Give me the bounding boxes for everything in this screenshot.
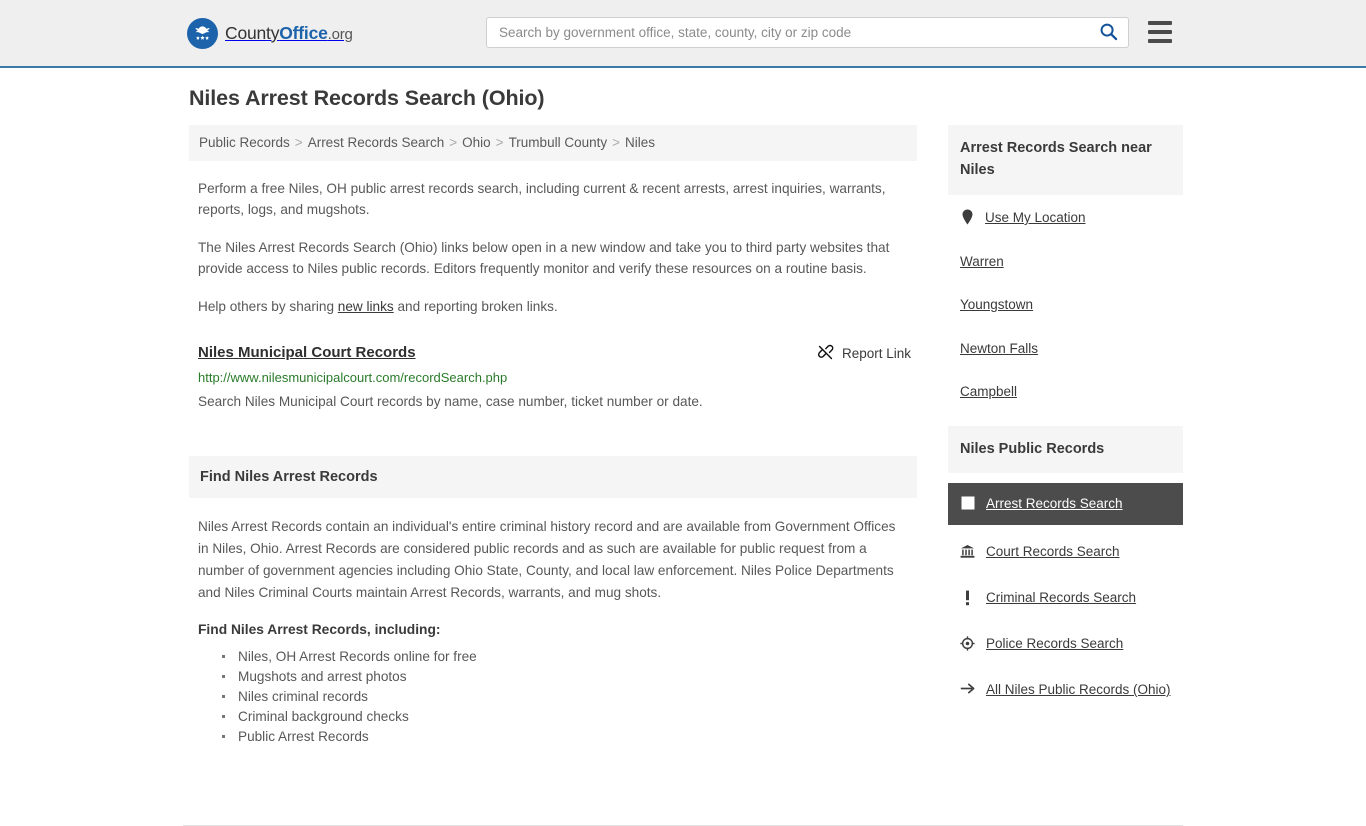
breadcrumb-separator: >	[612, 135, 620, 150]
record-link-3[interactable]: Criminal Records Search	[948, 579, 1183, 617]
near-link-label: Campbell	[960, 384, 1018, 400]
section-paragraph: Niles Arrest Records contain an individu…	[198, 519, 896, 601]
public-records-heading: Niles Public Records	[948, 425, 1183, 474]
brand-wordmark: CountyOffice.org	[225, 23, 353, 44]
breadcrumb-separator: >	[449, 135, 458, 150]
near-panel: Arrest Records Search near Niles Use My …	[948, 125, 1183, 402]
breadcrumb: Public Records > Arrest Records Search > Ohi…	[189, 125, 917, 161]
brand-part-office: Office	[279, 22, 328, 43]
police-badge-icon	[960, 636, 975, 651]
breadcrumb-item-4[interactable]: Trumbull County	[509, 135, 608, 150]
courthouse-icon	[960, 544, 975, 559]
list-item: Public Arrest Records	[222, 727, 917, 747]
list-item: Niles criminal records	[222, 687, 917, 707]
near-link-label: Warren	[960, 253, 1004, 269]
near-link-1[interactable]: Use My Location	[948, 208, 1183, 228]
near-link-3[interactable]: Youngstown	[948, 295, 1183, 315]
brand-part-county: County	[225, 22, 280, 43]
intro-paragraph-1: Perform a free Niles, OH public arrest r…	[198, 180, 886, 217]
help-prefix: Help others by sharing	[198, 298, 338, 314]
records-bullet-list: Niles, OH Arrest Records online for free…	[198, 647, 917, 747]
breadcrumb-separator: >	[495, 135, 504, 150]
record-link-1[interactable]: Arrest Records Search	[948, 483, 1183, 526]
result-description: Search Niles Municipal Court records by …	[198, 393, 703, 409]
report-link-button[interactable]: Report Link	[817, 344, 911, 364]
report-link-label: Report Link	[841, 346, 911, 362]
near-link-label: Youngstown	[960, 297, 1034, 313]
result-url[interactable]: http://www.nilesmunicipalcourt.com/recor…	[198, 370, 917, 385]
broken-link-icon	[817, 344, 834, 364]
breadcrumb-item-2[interactable]: Arrest Records Search	[308, 135, 445, 150]
list-item: Niles, OH Arrest Records online for free	[222, 647, 917, 667]
arrow-right-icon	[960, 682, 975, 695]
link-result: Niles Municipal Court Records Report Lin…	[198, 344, 917, 412]
page-container: Niles Arrest Records Search (Ohio) Publi…	[183, 68, 1183, 826]
search-icon	[1099, 22, 1118, 44]
record-link-label: Criminal Records Search	[986, 590, 1137, 606]
map-pin-icon	[960, 209, 975, 225]
breadcrumb-item-3[interactable]: Ohio	[462, 135, 491, 150]
document-icon	[960, 496, 975, 510]
search-input[interactable]	[487, 18, 1088, 47]
site-logo[interactable]: CountyOffice.org	[187, 17, 353, 49]
site-header: CountyOffice.org	[0, 0, 1366, 68]
intro-paragraph-2: The Niles Arrest Records Search (Ohio) l…	[198, 239, 890, 276]
near-link-2[interactable]: Warren	[948, 252, 1183, 272]
main-content: Public Records > Arrest Records Search > Ohi…	[189, 125, 917, 747]
public-records-panel: Niles Public Records Arrest Records Sear…	[948, 425, 1183, 709]
help-paragraph: Help others by sharing new links and rep…	[198, 296, 914, 317]
help-suffix: and reporting broken links.	[393, 298, 558, 314]
eagle-seal-icon	[187, 17, 218, 49]
record-link-5[interactable]: All Niles Public Records (Ohio)	[948, 671, 1183, 709]
record-link-label: Police Records Search	[986, 636, 1124, 652]
section-subheading: Find Niles Arrest Records, including:	[198, 622, 441, 638]
near-link-label: Newton Falls	[960, 340, 1039, 356]
hamburger-bar	[1148, 39, 1172, 43]
hamburger-menu-icon[interactable]	[1148, 19, 1172, 45]
record-link-label: Arrest Records Search	[986, 496, 1123, 512]
page-title: Niles Arrest Records Search (Ohio)	[189, 86, 545, 110]
record-link-label: All Niles Public Records (Ohio)	[986, 682, 1171, 698]
list-item: Criminal background checks	[222, 707, 917, 727]
near-panel-heading: Arrest Records Search near Niles	[948, 125, 1183, 195]
section-heading: Find Niles Arrest Records	[189, 456, 917, 499]
near-link-label: Use My Location	[985, 209, 1086, 225]
sidebar: Arrest Records Search near Niles Use My …	[948, 125, 1183, 731]
record-link-2[interactable]: Court Records Search	[948, 533, 1183, 571]
record-link-4[interactable]: Police Records Search	[948, 625, 1183, 663]
public-records-list: Arrest Records Search Court Records Searc…	[948, 473, 1183, 709]
hamburger-bar	[1148, 30, 1172, 34]
record-link-label: Court Records Search	[986, 544, 1120, 560]
brand-part-tld: .org	[327, 25, 353, 43]
hamburger-bar	[1148, 21, 1172, 25]
near-link-5[interactable]: Campbell	[948, 382, 1183, 402]
new-links-link[interactable]: new links	[338, 299, 394, 314]
near-link-4[interactable]: Newton Falls	[948, 339, 1183, 359]
find-records-section: Find Niles Arrest Records Niles Arrest R…	[189, 456, 917, 747]
breadcrumb-item-1[interactable]: Public Records	[199, 135, 290, 150]
list-item: Mugshots and arrest photos	[222, 667, 917, 687]
breadcrumb-separator: >	[294, 135, 303, 150]
breadcrumb-item-5: Niles	[625, 135, 656, 150]
search-bar[interactable]	[486, 17, 1129, 48]
result-title-link[interactable]: Niles Municipal Court Records	[198, 344, 416, 361]
exclamation-icon	[960, 590, 975, 606]
search-button[interactable]	[1088, 18, 1128, 47]
near-panel-list: Use My Location Warren Youngstown Newton Fa…	[948, 195, 1183, 402]
